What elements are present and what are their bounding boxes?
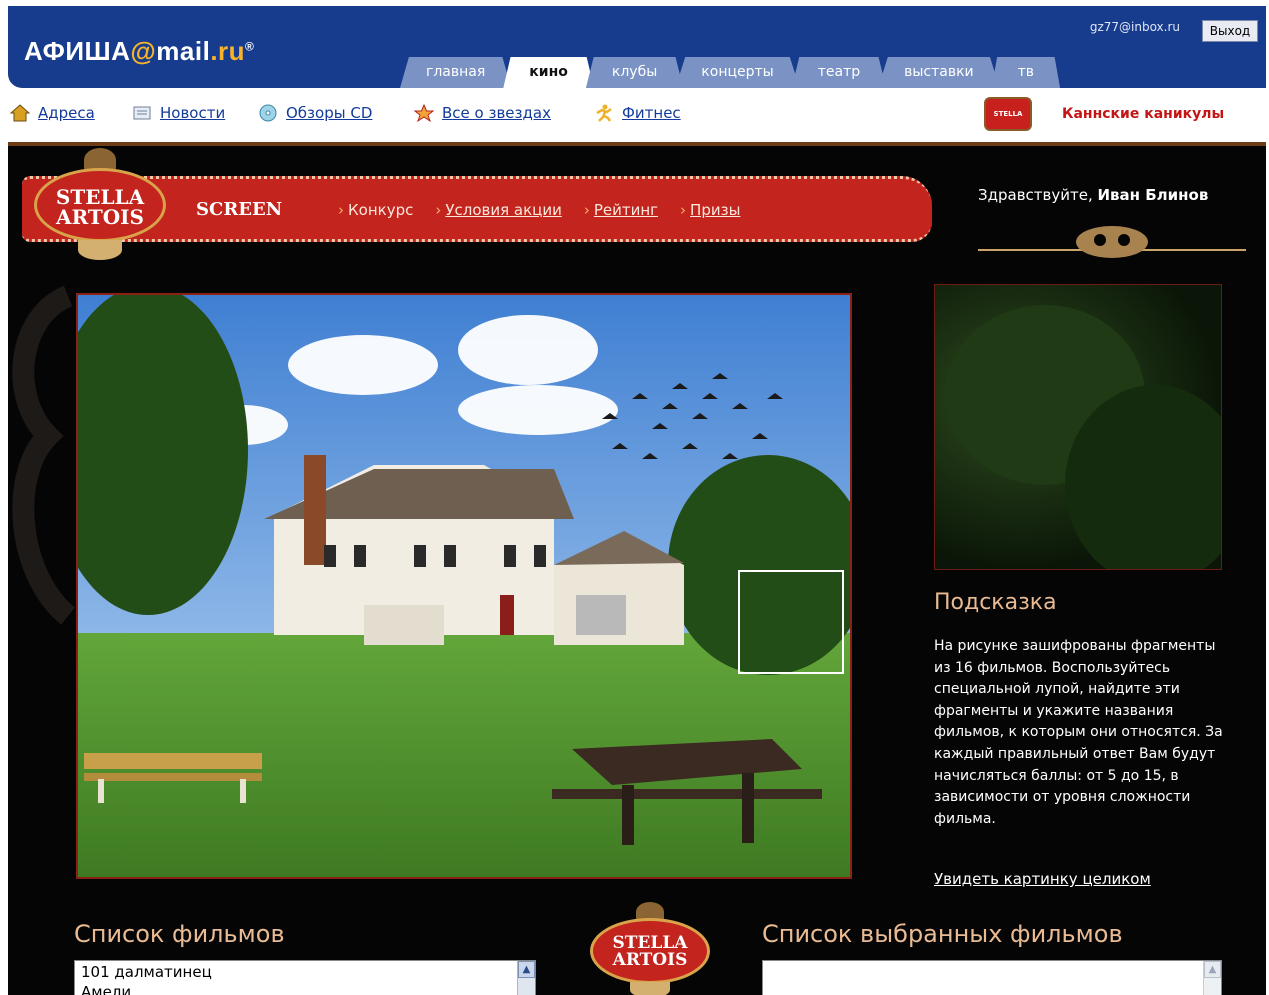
tab-teatr[interactable]: театр — [791, 57, 887, 88]
user-email[interactable]: gz77@inbox.ru — [1090, 20, 1180, 34]
contest-panel: STELLA ARTOIS SCREEN › Конкурс › Условия ак… — [8, 142, 1266, 995]
list-item[interactable]: 101 далматинец — [81, 963, 212, 981]
site-header: АФИША@mail.ru® gz77@inbox.ru Выход главн… — [8, 6, 1266, 88]
arrow-right-icon: › — [583, 201, 590, 219]
nav-label: Призы — [690, 201, 741, 219]
selected-films-title: Список выбранных фильмов — [762, 920, 1123, 948]
scrollbar[interactable]: ▲ — [517, 961, 535, 995]
house-icon — [9, 104, 31, 122]
arrow-right-icon: › — [338, 201, 344, 219]
logo-text: АФИША — [24, 36, 131, 66]
subnav-label: Адреса — [38, 104, 95, 122]
greeting: Здравствуйте, Иван Блинов — [978, 186, 1208, 204]
nav-label: Условия акции — [445, 201, 562, 219]
decorative-pattern-icon — [12, 285, 76, 625]
arrow-right-icon: › — [435, 201, 442, 219]
stella-artois-badge: STELLA ARTOIS — [984, 97, 1032, 148]
cloud — [458, 315, 598, 385]
subnav-label: Фитнес — [622, 104, 681, 122]
birds-flock — [602, 373, 783, 459]
subnav-item-fitnes[interactable]: Фитнес — [594, 104, 681, 122]
logo-registered-mark: ® — [245, 39, 255, 54]
bench — [84, 753, 262, 803]
picnic-table — [552, 739, 822, 845]
logo-dot: . — [210, 36, 219, 66]
nav-usloviya[interactable]: › Условия акции — [435, 201, 562, 219]
sub-navigation: Адреса Новости Обзоры CD Все о звездах Ф… — [8, 96, 1266, 148]
greeting-prefix: Здравствуйте, — [978, 186, 1098, 204]
promo-label: Каннские каникулы — [1062, 106, 1225, 122]
stella-artois-logo[interactable]: STELLA ARTOIS — [26, 146, 176, 266]
main-tabs: главная кино клубы концерты театр выстав… — [400, 57, 1061, 88]
nav-label: Рейтинг — [593, 201, 659, 219]
screen-label: SCREEN — [196, 199, 283, 220]
cd-icon — [258, 104, 278, 122]
logout-button[interactable]: Выход — [1202, 20, 1258, 42]
arrow-right-icon: › — [680, 201, 687, 219]
newspaper-icon — [132, 104, 152, 122]
subnav-item-novosti[interactable]: Новости — [132, 104, 225, 122]
cannes-promo-link[interactable]: STELLA ARTOIS Каннские каникулы — [984, 96, 1225, 148]
logo-text: mail — [156, 36, 211, 66]
contest-nav: › Конкурс › Условия акции › Рейтинг › Призы — [338, 201, 740, 219]
scroll-up-icon[interactable]: ▲ — [518, 961, 535, 978]
afisha-mail-logo[interactable]: АФИША@mail.ru® — [24, 36, 254, 67]
subnav-item-adresa[interactable]: Адреса — [9, 104, 95, 122]
cloud — [288, 335, 438, 395]
user-name: Иван Блинов — [1097, 186, 1209, 204]
puzzle-image[interactable] — [76, 293, 852, 879]
subnav-label: Все о звездах — [442, 104, 551, 122]
magnifier-preview — [934, 284, 1222, 570]
tab-kontserty[interactable]: концерты — [675, 57, 800, 88]
tab-kluby[interactable]: клубы — [585, 57, 684, 88]
subnav-label: Обзоры CD — [286, 104, 373, 122]
runner-icon — [594, 104, 614, 122]
tab-kino[interactable]: кино — [503, 57, 594, 88]
star-icon — [413, 103, 435, 123]
subnav-item-zvezdy[interactable]: Все о звездах — [413, 103, 551, 123]
nav-konkurs[interactable]: › Конкурс — [338, 201, 413, 219]
scroll-up-icon[interactable]: ▲ — [1204, 961, 1221, 978]
hint-text: На рисунке зашифрованы фрагменты из 16 ф… — [934, 638, 1223, 827]
nav-prizy[interactable]: › Призы — [680, 201, 740, 219]
nav-label: Конкурс — [348, 201, 414, 219]
stella-artois-logo-small: STELLA ARTOIS — [584, 900, 716, 995]
scrollbar[interactable]: ▲ — [1203, 961, 1221, 995]
subnav-label: Новости — [160, 104, 226, 122]
tab-vystavki[interactable]: выставки — [878, 57, 1000, 88]
brand-line: ARTOIS — [612, 950, 688, 970]
nav-reyting[interactable]: › Рейтинг — [584, 201, 658, 219]
logo-at: @ — [130, 36, 157, 66]
brand-oval: STELLA ARTOIS — [590, 918, 710, 984]
subnav-item-obzory-cd[interactable]: Обзоры CD — [258, 104, 372, 122]
selected-films-listbox[interactable]: ▲ — [762, 960, 1222, 995]
logo-text: ru — [218, 36, 246, 66]
brand-oval: STELLA ARTOIS — [34, 168, 166, 242]
hint-title: Подсказка — [934, 590, 1057, 615]
see-full-picture-link[interactable]: Увидеть картинку целиком — [934, 870, 1151, 888]
film-listbox[interactable]: 101 далматинец Амели ▲ — [74, 960, 536, 995]
list-item[interactable]: Амели — [81, 983, 131, 995]
brand-base — [630, 982, 670, 995]
tab-glavnaya[interactable]: главная — [400, 57, 512, 88]
brand-line: ARTOIS — [56, 205, 144, 229]
tab-tv[interactable]: тв — [991, 57, 1061, 88]
ornament-icon — [978, 226, 1246, 258]
film-list-title: Список фильмов — [74, 920, 285, 948]
brand-base — [78, 240, 122, 260]
magnifier-frame[interactable] — [738, 570, 844, 674]
